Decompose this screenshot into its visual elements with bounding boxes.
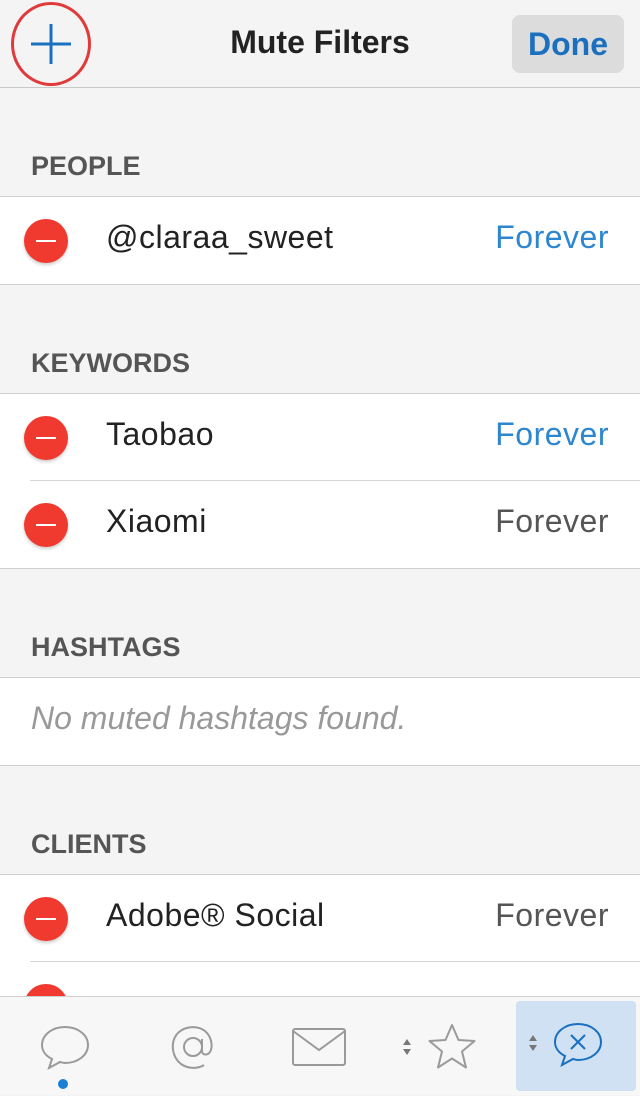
star-icon bbox=[428, 1023, 476, 1068]
filter-row[interactable]: Xiaomi Forever bbox=[0, 480, 640, 568]
tab-bar bbox=[0, 996, 640, 1095]
active-tab-indicator bbox=[58, 1079, 68, 1089]
section-header-people: PEOPLE bbox=[0, 88, 640, 196]
navigation-bar: Mute Filters Done bbox=[0, 0, 640, 88]
tab-messages[interactable] bbox=[274, 997, 364, 1096]
empty-message: No muted hashtags found. bbox=[0, 678, 640, 765]
hashtags-list: No muted hashtags found. bbox=[0, 677, 640, 766]
filter-label: @claraa_sweet bbox=[106, 219, 334, 255]
people-list: @claraa_sweet Forever bbox=[0, 196, 640, 285]
sort-arrows-icon bbox=[403, 1038, 411, 1055]
filter-label: Xiaomi bbox=[106, 503, 207, 539]
filter-label: Adobe® Social bbox=[106, 897, 325, 933]
filter-row[interactable]: Taobao Forever bbox=[0, 394, 640, 481]
compose-bubble-icon bbox=[552, 1021, 604, 1072]
section-header-clients: CLIENTS bbox=[0, 766, 640, 874]
filters-list: PEOPLE @claraa_sweet Forever KEYWORDS Ta… bbox=[0, 88, 640, 1049]
speech-bubble-icon bbox=[40, 1025, 90, 1070]
delete-icon[interactable] bbox=[24, 897, 68, 941]
sort-arrows-icon bbox=[528, 1033, 538, 1058]
section-title: HASHTAGS bbox=[31, 632, 181, 662]
section-header-hashtags: HASHTAGS bbox=[0, 569, 640, 677]
delete-icon[interactable] bbox=[24, 503, 68, 547]
keywords-list: Taobao Forever Xiaomi Forever bbox=[0, 393, 640, 569]
at-sign-icon bbox=[171, 1025, 213, 1069]
tab-mute-filters[interactable] bbox=[516, 1001, 636, 1091]
filter-label: Taobao bbox=[106, 416, 214, 452]
done-button[interactable]: Done bbox=[512, 15, 624, 73]
section-title: KEYWORDS bbox=[31, 348, 191, 378]
tab-mentions[interactable] bbox=[148, 997, 238, 1096]
tab-favorites[interactable] bbox=[390, 997, 490, 1096]
delete-icon[interactable] bbox=[24, 219, 68, 263]
section-header-keywords: KEYWORDS bbox=[0, 285, 640, 393]
section-title: PEOPLE bbox=[31, 151, 141, 181]
filter-duration[interactable]: Forever bbox=[495, 897, 609, 934]
filter-row[interactable]: @claraa_sweet Forever bbox=[0, 197, 640, 284]
filter-duration[interactable]: Forever bbox=[495, 503, 609, 540]
section-title: CLIENTS bbox=[31, 829, 147, 859]
filter-row[interactable]: Adobe® Social Forever bbox=[0, 875, 640, 962]
filter-duration[interactable]: Forever bbox=[495, 416, 609, 453]
empty-text: No muted hashtags found. bbox=[31, 700, 407, 736]
delete-icon[interactable] bbox=[24, 416, 68, 460]
filter-duration[interactable]: Forever bbox=[495, 219, 609, 256]
envelope-icon bbox=[292, 1027, 346, 1066]
